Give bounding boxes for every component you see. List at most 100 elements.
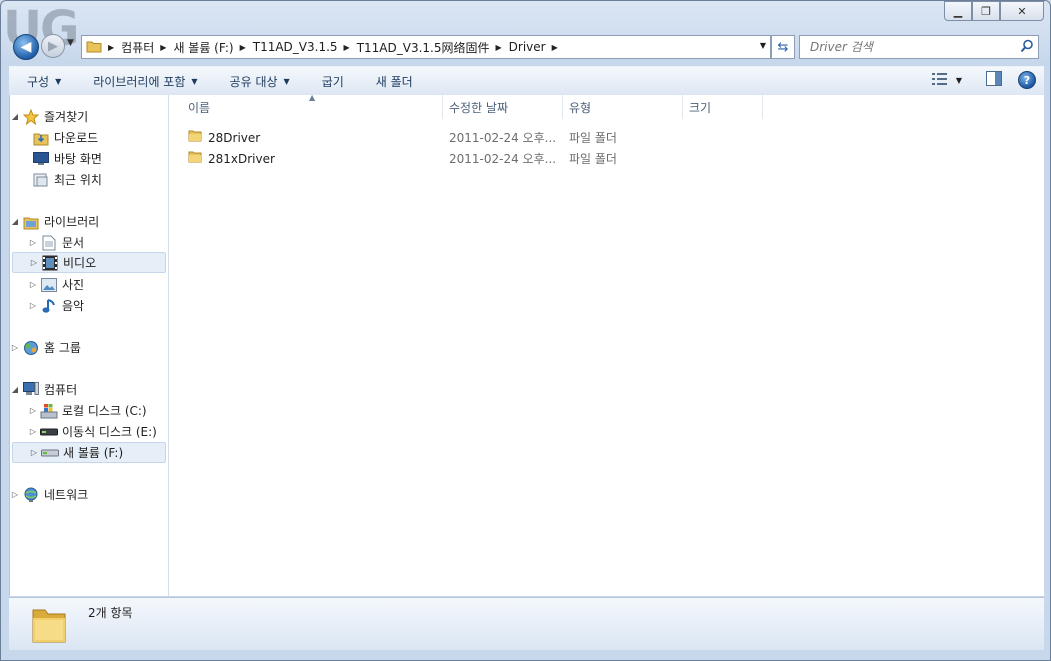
column-header-size[interactable]: 크기: [683, 95, 763, 119]
maximize-button[interactable]: ❐: [972, 1, 1000, 21]
minimize-button[interactable]: ▁: [944, 1, 972, 21]
chevron-down-icon: ▼: [55, 76, 62, 86]
nav-label: 새 볼륨 (F:): [63, 446, 124, 460]
collapsed-arrow-icon[interactable]: ▷: [10, 343, 20, 352]
close-button[interactable]: ✕: [1000, 1, 1044, 21]
expanded-arrow-icon[interactable]: ◢: [10, 112, 20, 121]
nav-label: 바탕 화면: [54, 152, 102, 166]
address-bar[interactable]: ▶ 컴퓨터 ▶ 새 볼륨 (F:) ▶ T11AD_V3.1.5 ▶ T11AD_V3…: [81, 35, 771, 59]
nav-label: 음악: [62, 299, 85, 313]
nav-label: 비디오: [63, 256, 97, 270]
nav-computer[interactable]: ◢ 컴퓨터: [10, 379, 77, 400]
file-row[interactable]: 28Driver 2011-02-24 오후... 파일 폴더: [170, 128, 770, 149]
star-icon: [22, 108, 40, 125]
nav-favorites[interactable]: ◢ 즐겨찾기: [10, 106, 88, 127]
burn-button[interactable]: 굽기: [304, 67, 358, 95]
collapsed-arrow-icon[interactable]: ▷: [28, 238, 38, 247]
file-name-cell: 281xDriver: [188, 149, 275, 170]
file-type: 파일 폴더: [569, 131, 617, 145]
recent-pages-dropdown[interactable]: ▼: [67, 38, 74, 48]
chevron-down-icon: ▼: [283, 76, 290, 86]
column-header-name[interactable]: 이름: [170, 95, 443, 119]
file-date: 2011-02-24 오후...: [449, 131, 557, 145]
file-list: ▲ 이름 수정한 날짜 유형 크기 28Driver 2011-02-24 오후…: [170, 93, 1044, 596]
nav-removable-disk-e[interactable]: ▷ 이동식 디스크 (E:): [28, 421, 157, 442]
downloads-folder-icon: [32, 130, 50, 146]
back-button[interactable]: ◀: [13, 34, 39, 60]
file-name: 281xDriver: [208, 152, 275, 166]
nav-new-volume-f[interactable]: ▷ 새 볼륨 (F:): [12, 442, 166, 463]
collapsed-arrow-icon[interactable]: ▷: [28, 406, 38, 415]
breadcrumb-t11ad[interactable]: T11AD_V3.1.5 ▶: [253, 40, 357, 54]
explorer-window: UG ▁ ❐ ✕ ◀ ▶ ▼ ▶ 컴퓨터 ▶ 새 볼륨 (F:) ▶ T11AD_V…: [0, 0, 1051, 661]
nav-label: 이동식 디스크 (E:): [62, 425, 157, 439]
refresh-icon: ⇆: [777, 39, 789, 55]
nav-recent-places[interactable]: 최근 위치: [30, 169, 102, 190]
nav-label: 로컬 디스크 (C:): [62, 404, 147, 418]
search-input[interactable]: [808, 36, 1012, 58]
help-icon[interactable]: ?: [1018, 71, 1036, 89]
breadcrumb-volume-f[interactable]: 새 볼륨 (F:) ▶: [173, 39, 252, 56]
library-icon: [22, 214, 40, 230]
file-date: 2011-02-24 오후...: [449, 152, 557, 166]
change-view-button[interactable]: ▼: [931, 72, 962, 88]
network-icon: [22, 487, 40, 503]
collapsed-arrow-icon[interactable]: ▷: [28, 280, 38, 289]
collapsed-arrow-icon[interactable]: ▷: [29, 258, 39, 267]
nav-desktop[interactable]: 바탕 화면: [30, 148, 102, 169]
recent-places-icon: [32, 172, 50, 188]
nav-network[interactable]: ▷ 네트워크: [10, 484, 88, 505]
video-icon: [41, 255, 59, 271]
music-note-icon: [40, 298, 58, 314]
share-with-menu[interactable]: 공유 대상 ▼: [212, 67, 304, 95]
folder-icon: [188, 128, 202, 149]
expanded-arrow-icon[interactable]: ◢: [10, 217, 20, 226]
nav-downloads[interactable]: 다운로드: [30, 127, 98, 148]
nav-local-disk-c[interactable]: ▷ 로컬 디스크 (C:): [28, 400, 147, 421]
drive-icon: [41, 445, 59, 461]
collapsed-arrow-icon[interactable]: ▷: [28, 427, 38, 436]
nav-music[interactable]: ▷ 음악: [28, 295, 84, 316]
homegroup-icon: [22, 340, 40, 356]
item-count: 2개 항목: [88, 606, 133, 620]
nav-label: 문서: [62, 236, 85, 250]
forward-button[interactable]: ▶: [41, 34, 65, 58]
include-in-library-menu[interactable]: 라이브러리에 포함 ▼: [75, 67, 211, 95]
breadcrumb-computer[interactable]: 컴퓨터 ▶: [121, 39, 173, 56]
navigation-bar: ◀ ▶ ▼ ▶ 컴퓨터 ▶ 새 볼륨 (F:) ▶ T11AD_V3.1.5 ▶ T1…: [9, 31, 1044, 65]
column-header-date[interactable]: 수정한 날짜: [443, 95, 563, 119]
organize-menu[interactable]: 구성 ▼: [9, 67, 75, 95]
search-box[interactable]: [799, 35, 1039, 59]
file-name: 28Driver: [208, 131, 261, 145]
breadcrumb-firmware[interactable]: T11AD_V3.1.5网络固件 ▶: [357, 39, 509, 56]
view-list-icon: [931, 72, 948, 88]
new-folder-button[interactable]: 새 폴더: [358, 67, 427, 95]
expanded-arrow-icon[interactable]: ◢: [10, 385, 20, 394]
address-dropdown-icon[interactable]: ▼: [760, 41, 766, 50]
nav-label: 최근 위치: [54, 173, 102, 187]
nav-label: 사진: [62, 278, 85, 292]
breadcrumb-driver[interactable]: Driver ▶: [509, 40, 565, 54]
nav-label: 즐겨찾기: [44, 110, 89, 124]
nav-pictures[interactable]: ▷ 사진: [28, 274, 84, 295]
navigation-pane: ◢ 즐겨찾기 다운로드 바탕 화면 최근 위치 ◢ 라이브러리 ▷ 문서 ▷ 비…: [10, 95, 169, 596]
computer-icon: [22, 382, 40, 398]
refresh-button[interactable]: ⇆: [771, 35, 795, 59]
search-icon[interactable]: [1020, 39, 1034, 56]
forward-arrow-icon: ▶: [48, 38, 58, 54]
collapsed-arrow-icon[interactable]: ▷: [29, 448, 39, 457]
nav-videos[interactable]: ▷ 비디오: [12, 252, 166, 273]
crumb-separator[interactable]: ▶: [106, 43, 121, 52]
content-area: ◢ 즐겨찾기 다운로드 바탕 화면 최근 위치 ◢ 라이브러리 ▷ 문서 ▷ 비…: [9, 93, 1044, 596]
nav-documents[interactable]: ▷ 문서: [28, 232, 84, 253]
file-row[interactable]: 281xDriver 2011-02-24 오후... 파일 폴더: [170, 149, 770, 170]
collapsed-arrow-icon[interactable]: ▷: [28, 301, 38, 310]
nav-homegroup[interactable]: ▷ 홈 그룹: [10, 337, 81, 358]
folder-icon: [86, 39, 102, 56]
preview-pane-icon[interactable]: [986, 71, 1002, 89]
collapsed-arrow-icon[interactable]: ▷: [10, 490, 20, 499]
chevron-down-icon: ▼: [191, 76, 198, 86]
pictures-icon: [40, 277, 58, 293]
column-header-type[interactable]: 유형: [563, 95, 683, 119]
nav-libraries[interactable]: ◢ 라이브러리: [10, 211, 99, 232]
